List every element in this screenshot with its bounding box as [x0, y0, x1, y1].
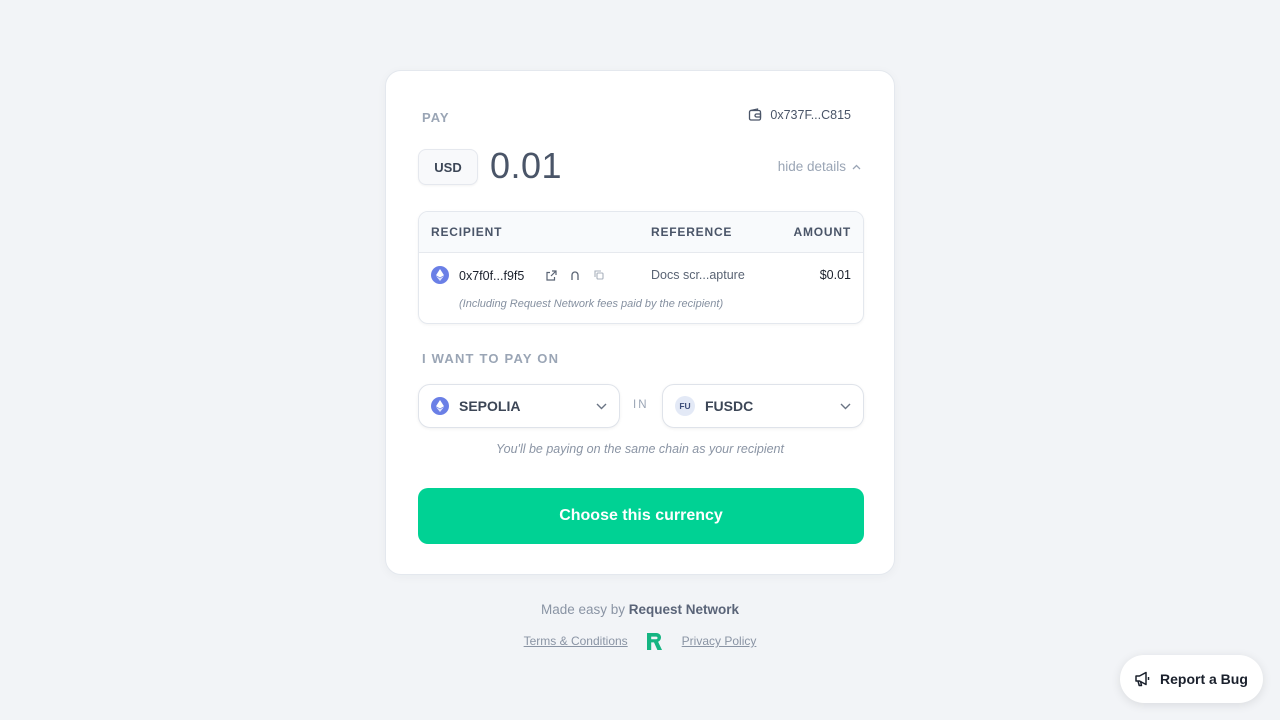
chevron-up-icon: [852, 164, 861, 169]
token-badge-icon: FU: [675, 396, 695, 416]
header-reference: REFERENCE: [651, 225, 733, 239]
external-link-icon[interactable]: [544, 268, 558, 282]
network-select[interactable]: SEPOLIA: [418, 384, 620, 428]
currency-chip: USD: [418, 149, 478, 185]
megaphone-icon: [1135, 671, 1150, 687]
hide-details-toggle[interactable]: hide details: [778, 159, 861, 174]
copy-icon[interactable]: [592, 268, 606, 282]
network-select-value: SEPOLIA: [459, 398, 521, 414]
chevron-down-icon: [840, 403, 851, 410]
recipient-actions: [544, 268, 606, 282]
made-easy-text: Made easy by: [540, 602, 625, 617]
header-recipient: RECIPIENT: [431, 225, 503, 239]
hide-details-label: hide details: [777, 159, 846, 174]
same-chain-note: You'll be paying on the same chain as yo…: [496, 442, 784, 456]
wallet-icon: [749, 108, 762, 121]
wallet-address[interactable]: 0x737F...C815: [748, 108, 851, 122]
report-bug-button[interactable]: Report a Bug: [1120, 655, 1263, 703]
choose-currency-button[interactable]: Choose this currency: [418, 488, 864, 544]
table-row: 0x7f0f...f9f5 Docs scr...apture $0.01 (I…: [419, 253, 863, 323]
pay-label: PAY: [422, 110, 450, 125]
privacy-link[interactable]: Privacy Policy: [682, 634, 757, 648]
ethereum-icon: [431, 266, 449, 284]
payment-card: PAY 0x737F...C815 USD 0.01 hide details …: [385, 70, 895, 575]
row-amount: $0.01: [819, 268, 851, 282]
footer-links: Terms & Conditions Privacy Policy: [0, 631, 1280, 651]
ethereum-icon: [431, 397, 449, 415]
in-label: IN: [633, 399, 649, 411]
payment-reference: Docs scr...apture: [651, 268, 745, 282]
header-amount: AMOUNT: [793, 225, 851, 239]
pay-on-label: I WANT TO PAY ON: [422, 351, 560, 366]
terms-link[interactable]: Terms & Conditions: [524, 634, 628, 648]
payment-details-table: RECIPIENT REFERENCE AMOUNT 0x7f0f...f9f5…: [418, 211, 864, 324]
report-bug-label: Report a Bug: [1160, 671, 1248, 687]
chevron-down-icon: [596, 403, 607, 410]
footer-made-easy: Made easy by Request Network: [0, 602, 1280, 617]
fees-note: (Including Request Network fees paid by …: [459, 298, 724, 310]
recipient-address: 0x7f0f...f9f5: [459, 269, 525, 283]
table-header: RECIPIENT REFERENCE AMOUNT: [419, 212, 863, 253]
token-select[interactable]: FU FUSDC: [662, 384, 864, 428]
request-network-logo-icon: [646, 631, 664, 651]
wallet-address-text: 0x737F...C815: [770, 108, 851, 122]
brand-name: Request Network: [628, 602, 740, 617]
payment-amount: 0.01: [490, 145, 563, 186]
token-select-value: FUSDC: [705, 398, 754, 414]
magnet-icon[interactable]: [568, 268, 582, 282]
